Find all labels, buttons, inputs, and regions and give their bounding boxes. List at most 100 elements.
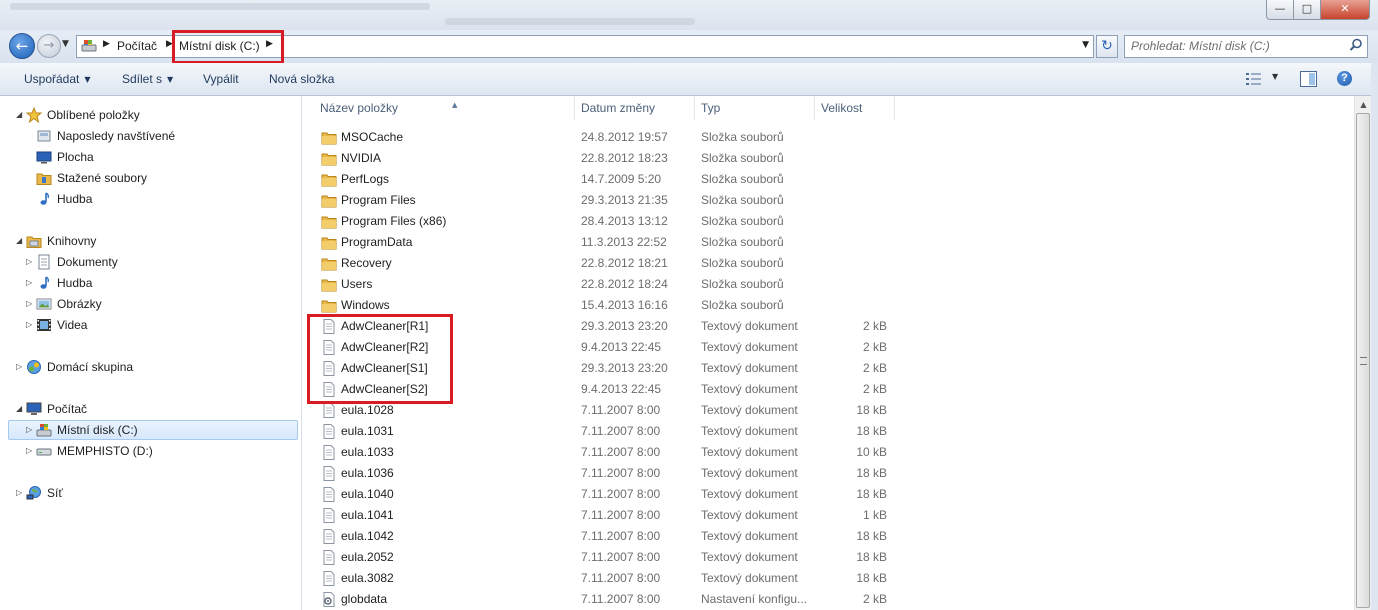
column-header-name[interactable]: ▲ Název položky (314, 96, 575, 120)
file-row[interactable]: globdata 7.11.2007 8:00 Nastavení konfigu.… (302, 589, 1354, 610)
navigation-bar: ← → ▼ ▶ Počítač ▶ Místní disk (C:) ▶ ▼ ↻… (0, 30, 1378, 63)
file-row[interactable]: NVIDIA 22.8.2012 18:23 Složka souborů (302, 148, 1354, 169)
file-row[interactable]: eula.1040 7.11.2007 8:00 Textový dokument 1… (302, 484, 1354, 505)
address-dropdown-button[interactable]: ▼ (1082, 40, 1089, 50)
collapse-icon[interactable]: ◢ (16, 399, 22, 419)
file-type: Textový dokument (701, 508, 798, 522)
file-row[interactable]: eula.1031 7.11.2007 8:00 Textový dokument 1… (302, 421, 1354, 442)
breadcrumb-separator[interactable]: ▶ (103, 39, 110, 49)
file-type: Textový dokument (701, 571, 798, 585)
file-date: 7.11.2007 8:00 (581, 403, 661, 417)
vertical-scrollbar[interactable]: ▲ (1354, 96, 1372, 610)
file-row[interactable]: AdwCleaner[R1] 29.3.2013 23:20 Textový dok… (302, 316, 1354, 337)
file-row[interactable]: eula.1033 7.11.2007 8:00 Textový dokument 1… (302, 442, 1354, 463)
file-type: Složka souborů (701, 151, 784, 165)
file-row[interactable]: eula.1042 7.11.2007 8:00 Textový dokument 1… (302, 526, 1354, 547)
expand-icon[interactable]: ▷ (16, 357, 22, 377)
file-size: 1 kB (862, 508, 887, 522)
expand-icon[interactable]: ▷ (16, 483, 22, 503)
file-row[interactable]: AdwCleaner[R2] 9.4.2013 22:45 Textový doku… (302, 337, 1354, 358)
expand-icon[interactable]: ▷ (26, 315, 32, 335)
file-row[interactable]: eula.2052 7.11.2007 8:00 Textový dokument 1… (302, 547, 1354, 568)
breadcrumb-local-disk[interactable]: Místní disk (C:) (179, 39, 260, 53)
help-icon[interactable]: ? (1337, 71, 1352, 86)
text-document-icon (323, 445, 335, 460)
computer-drive-icon (81, 40, 97, 52)
refresh-button[interactable]: ↻ (1096, 35, 1118, 58)
file-row[interactable]: MSOCache 24.8.2012 19:57 Složka souborů (302, 127, 1354, 148)
file-row[interactable]: eula.1036 7.11.2007 8:00 Textový dokument 1… (302, 463, 1354, 484)
collapse-icon[interactable]: ◢ (16, 105, 22, 125)
expand-icon[interactable]: ▷ (26, 441, 32, 461)
scroll-up-button[interactable]: ▲ (1355, 96, 1372, 113)
breadcrumb-separator[interactable]: ▶ (166, 39, 173, 49)
breadcrumb-separator[interactable]: ▶ (266, 39, 273, 49)
file-name: Program Files (341, 193, 416, 207)
file-date: 7.11.2007 8:00 (581, 466, 661, 480)
expand-icon[interactable]: ▷ (26, 273, 32, 293)
burn-button[interactable]: Vypálit (203, 72, 239, 86)
file-type: Složka souborů (701, 214, 784, 228)
file-type: Složka souborů (701, 130, 784, 144)
file-row[interactable]: eula.3082 7.11.2007 8:00 Textový dokument 1… (302, 568, 1354, 589)
file-type: Textový dokument (701, 529, 798, 543)
file-name: AdwCleaner[S1] (341, 361, 428, 375)
network-icon (26, 486, 41, 500)
expand-icon[interactable]: ▷ (26, 294, 32, 314)
file-row[interactable]: Program Files 29.3.2013 21:35 Složka soubo… (302, 190, 1354, 211)
organize-menu-button[interactable]: Uspořádat ▼ (24, 72, 91, 86)
window-title-bar: — □ ✕ (0, 0, 1378, 30)
collapse-icon[interactable]: ◢ (16, 231, 22, 251)
file-type: Textový dokument (701, 445, 798, 459)
view-options-dropdown[interactable]: ▼ (1272, 72, 1278, 81)
text-document-icon (323, 403, 335, 418)
breadcrumb-computer[interactable]: Počítač (117, 39, 157, 53)
windows-drive-icon (36, 424, 52, 437)
share-label: Sdílet s (122, 72, 163, 86)
new-folder-button[interactable]: Nová složka (269, 72, 334, 86)
share-menu-button[interactable]: Sdílet s ▼ (122, 72, 173, 86)
file-row[interactable]: eula.1041 7.11.2007 8:00 Textový dokument 1… (302, 505, 1354, 526)
search-icon[interactable] (1349, 38, 1363, 52)
forward-button[interactable]: → (37, 34, 61, 58)
scroll-thumb[interactable] (1356, 113, 1370, 608)
file-row[interactable]: Recovery 22.8.2012 18:21 Složka souborů (302, 253, 1354, 274)
expand-icon[interactable]: ▷ (26, 252, 32, 272)
file-date: 11.3.2013 22:52 (581, 235, 667, 249)
minimize-button[interactable]: — (1266, 0, 1294, 20)
search-input[interactable]: Prohledat: Místní disk (C:) (1124, 35, 1368, 58)
file-row[interactable]: AdwCleaner[S2] 9.4.2013 22:45 Textový doku… (302, 379, 1354, 400)
file-date: 7.11.2007 8:00 (581, 571, 661, 585)
file-row[interactable]: ProgramData 11.3.2013 22:52 Složka souborů (302, 232, 1354, 253)
recent-pages-button[interactable]: ▼ (62, 39, 69, 49)
file-type: Nastavení konfigu... (701, 592, 808, 606)
downloads-folder-icon (36, 173, 52, 185)
text-document-icon (323, 361, 335, 376)
close-button[interactable]: ✕ (1320, 0, 1370, 20)
file-name: eula.1028 (341, 403, 394, 417)
file-row[interactable]: Users 22.8.2012 18:24 Složka souborů (302, 274, 1354, 295)
column-header-date[interactable]: Datum změny (575, 96, 695, 120)
file-row[interactable]: Windows 15.4.2013 16:16 Složka souborů (302, 295, 1354, 316)
file-row[interactable]: PerfLogs 14.7.2009 5:20 Složka souborů (302, 169, 1354, 190)
file-date: 7.11.2007 8:00 (581, 487, 661, 501)
file-row[interactable]: Program Files (x86) 28.4.2013 13:12 Složka… (302, 211, 1354, 232)
file-row[interactable]: AdwCleaner[S1] 29.3.2013 23:20 Textový dok… (302, 358, 1354, 379)
expand-icon[interactable]: ▷ (26, 420, 32, 440)
maximize-button[interactable]: □ (1293, 0, 1321, 20)
file-row[interactable]: eula.1028 7.11.2007 8:00 Textový dokument 1… (302, 400, 1354, 421)
preview-pane-icon[interactable] (1300, 71, 1317, 87)
text-document-icon (323, 382, 335, 397)
back-button[interactable]: ← (9, 33, 35, 59)
file-date: 29.3.2013 21:35 (581, 193, 668, 207)
file-date: 22.8.2012 18:23 (581, 151, 668, 165)
music-icon (40, 192, 50, 205)
file-list: ▲ Název položky Datum změny Typ Velikost… (302, 96, 1354, 610)
file-type: Složka souborů (701, 256, 784, 270)
address-bar[interactable]: ▶ Počítač ▶ Místní disk (C:) ▶ ▼ (76, 35, 1094, 58)
file-type: Složka souborů (701, 235, 784, 249)
file-size: 2 kB (862, 592, 887, 606)
change-view-icon[interactable] (1245, 72, 1263, 86)
column-header-type[interactable]: Typ (695, 96, 815, 120)
column-header-size[interactable]: Velikost (815, 96, 895, 120)
